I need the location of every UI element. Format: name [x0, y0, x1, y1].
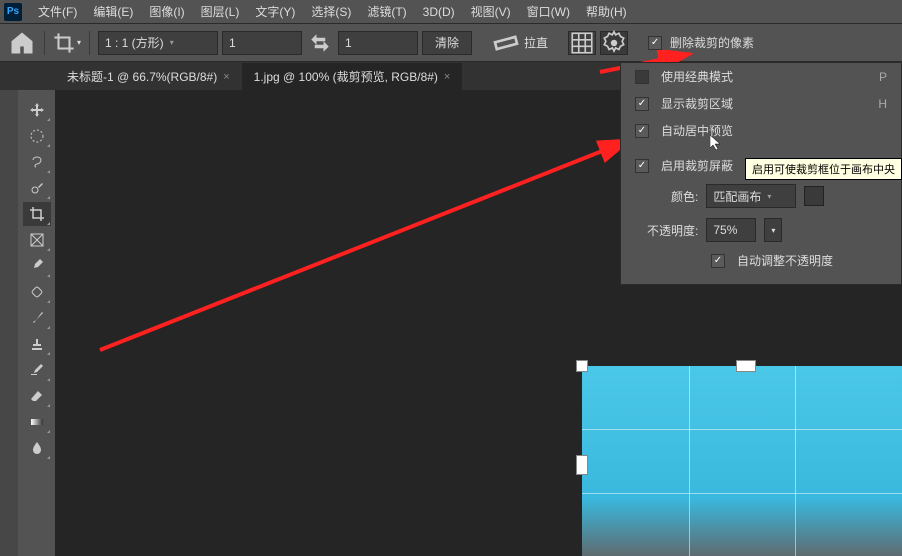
opacity-label: 不透明度:: [647, 222, 698, 239]
frame-tool[interactable]: [23, 228, 51, 252]
swap-icon[interactable]: [306, 29, 334, 57]
menu-select[interactable]: 选择(S): [303, 0, 359, 23]
color-label: 颜色:: [671, 188, 698, 205]
opacity-arrow[interactable]: ▾: [764, 218, 782, 242]
shield-checkbox[interactable]: ✓: [635, 159, 649, 173]
gradient-tool[interactable]: [23, 410, 51, 434]
auto-opacity-label: 自动调整不透明度: [737, 252, 833, 269]
options-bar: ▾ 1 : 1 (方形)▾ 1 1 清除 拉直 ✓ 删除裁剪的像素: [0, 24, 902, 62]
blur-tool[interactable]: [23, 436, 51, 460]
color-swatch[interactable]: [804, 186, 824, 206]
eraser-tool[interactable]: [23, 384, 51, 408]
crop-handle[interactable]: [576, 360, 588, 372]
lasso-tool[interactable]: [23, 150, 51, 174]
crop-tool[interactable]: [23, 202, 51, 226]
straighten-label: 拉直: [524, 34, 548, 51]
classic-checkbox[interactable]: [635, 70, 649, 84]
opacity-input[interactable]: 75%: [706, 218, 756, 242]
show-label: 显示裁剪区域: [661, 95, 733, 112]
color-dropdown[interactable]: 匹配画布▾: [706, 184, 796, 208]
tab-untitled[interactable]: 未标题-1 @ 66.7%(RGB/8#)×: [55, 63, 242, 90]
close-icon[interactable]: ×: [223, 71, 229, 83]
home-icon[interactable]: [8, 29, 36, 57]
width-input[interactable]: 1: [222, 31, 302, 55]
marquee-tool[interactable]: [23, 124, 51, 148]
height-input[interactable]: 1: [338, 31, 418, 55]
ratio-dropdown[interactable]: 1 : 1 (方形)▾: [98, 31, 218, 55]
tooltip: 启用可使裁剪框位于画布中央: [745, 158, 902, 180]
auto-opacity-checkbox[interactable]: ✓: [711, 254, 725, 268]
menu-help[interactable]: 帮助(H): [578, 0, 635, 23]
ps-logo: Ps: [4, 3, 22, 21]
crop-handle[interactable]: [576, 455, 588, 475]
delete-pixels-checkbox[interactable]: ✓: [648, 36, 662, 50]
healing-tool[interactable]: [23, 280, 51, 304]
menubar: Ps 文件(F) 编辑(E) 图像(I) 图层(L) 文字(Y) 选择(S) 滤…: [0, 0, 902, 24]
brush-tool[interactable]: [23, 306, 51, 330]
menu-view[interactable]: 视图(V): [463, 0, 519, 23]
classic-label: 使用经典模式: [661, 68, 733, 85]
crop-handle[interactable]: [736, 360, 756, 372]
show-checkbox[interactable]: ✓: [635, 97, 649, 111]
menu-edit[interactable]: 编辑(E): [85, 0, 141, 23]
grid-overlay-button[interactable]: [568, 31, 596, 55]
collapsed-panel: [0, 90, 18, 556]
shortcut-key: H: [878, 97, 887, 111]
menu-file[interactable]: 文件(F): [30, 0, 85, 23]
delete-pixels-label: 删除裁剪的像素: [670, 34, 754, 51]
shortcut-key: P: [879, 70, 887, 84]
gear-button[interactable]: [600, 31, 628, 55]
toolbox: [18, 90, 55, 556]
center-checkbox[interactable]: ✓: [635, 124, 649, 138]
eyedropper-tool[interactable]: [23, 254, 51, 278]
menu-image[interactable]: 图像(I): [141, 0, 192, 23]
crop-preview[interactable]: [582, 366, 902, 556]
menu-filter[interactable]: 滤镜(T): [359, 0, 414, 23]
quick-select-tool[interactable]: [23, 176, 51, 200]
straighten-icon[interactable]: [492, 29, 520, 57]
tab-1jpg[interactable]: 1.jpg @ 100% (裁剪预览, RGB/8#)×: [242, 63, 463, 90]
close-icon[interactable]: ×: [444, 71, 450, 83]
clear-button[interactable]: 清除: [422, 31, 472, 55]
menu-window[interactable]: 窗口(W): [519, 0, 578, 23]
crop-icon[interactable]: ▾: [53, 29, 81, 57]
shield-label: 启用裁剪屏蔽: [661, 157, 733, 174]
menu-3d[interactable]: 3D(D): [415, 2, 463, 22]
menu-layer[interactable]: 图层(L): [193, 0, 248, 23]
stamp-tool[interactable]: [23, 332, 51, 356]
move-tool[interactable]: [23, 98, 51, 122]
history-brush-tool[interactable]: [23, 358, 51, 382]
menu-type[interactable]: 文字(Y): [247, 0, 303, 23]
cursor-icon: [710, 135, 726, 151]
